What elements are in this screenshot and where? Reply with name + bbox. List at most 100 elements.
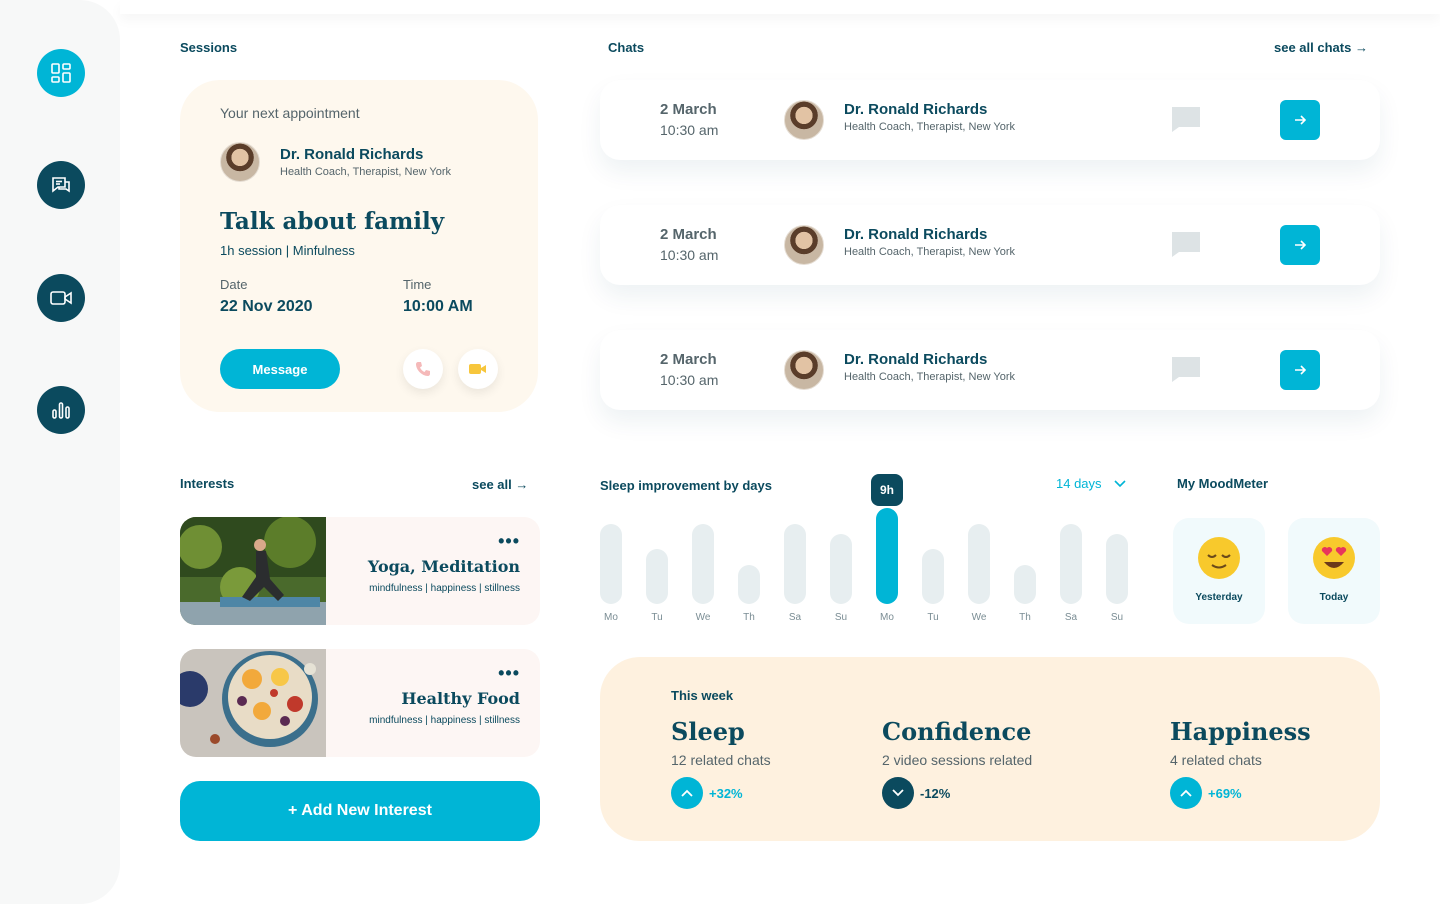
this-week-label: This week [671, 688, 734, 703]
sleep-bar[interactable] [830, 534, 852, 604]
day-label: We [695, 612, 711, 623]
next-appointment-label: Your next appointment [220, 105, 360, 121]
interest-title: Healthy Food [401, 689, 520, 708]
sidebar-item-dashboard[interactable] [37, 49, 85, 97]
trend-down-icon [882, 777, 914, 809]
avatar [220, 142, 260, 182]
mood-card-today[interactable]: Today [1288, 518, 1380, 624]
arrow-right-icon [1295, 365, 1306, 375]
stat-subtitle: 2 video sessions related [882, 752, 1033, 768]
range-value: 14 days [1056, 476, 1102, 491]
sleep-bar[interactable] [738, 565, 760, 604]
interest-title: Yoga, Meditation [367, 557, 520, 576]
interest-tags: mindfulness | happiness | stillness [369, 583, 520, 594]
chat-doctor-name: Dr. Ronald Richards [844, 226, 988, 243]
sidebar-item-chats[interactable] [37, 161, 85, 209]
chevron-down-icon [1113, 479, 1126, 487]
chat-time: 10:30 am [660, 372, 719, 388]
top-bar [120, 0, 1440, 14]
week-stat-sleep: Sleep 12 related chats +32% [671, 717, 771, 809]
sleep-bar[interactable] [784, 524, 806, 604]
arrow-right-icon [1295, 240, 1306, 250]
video-call-button[interactable] [458, 349, 498, 389]
sidebar-item-video[interactable] [37, 274, 85, 322]
chat-doctor-name: Dr. Ronald Richards [844, 351, 988, 368]
interest-tags: mindfulness | happiness | stillness [369, 715, 520, 726]
chats-title: Chats [608, 40, 645, 55]
stat-change-value: -12% [920, 785, 951, 801]
avatar [784, 100, 824, 140]
chat-time: 10:30 am [660, 122, 719, 138]
doctor-role: Health Coach, Therapist, New York [280, 166, 451, 178]
day-label: Su [834, 612, 848, 623]
open-chat-button[interactable] [1280, 100, 1320, 140]
relieved-face-icon [1198, 537, 1240, 579]
week-stat-confidence: Confidence 2 video sessions related -12% [882, 717, 1033, 809]
see-all-interests-link[interactable]: see all → [472, 477, 528, 492]
sidebar [0, 0, 120, 904]
moodmeter-title: My MoodMeter [1177, 476, 1268, 491]
sleep-bar[interactable] [646, 549, 668, 604]
time-value: 10:00 AM [403, 298, 473, 315]
avatar [784, 350, 824, 390]
stat-title: Happiness [1170, 717, 1311, 746]
stat-title: Sleep [671, 717, 745, 746]
message-button[interactable]: Message [220, 349, 340, 389]
day-label: Th [1019, 612, 1031, 623]
session-topic: Talk about family [220, 208, 445, 235]
mood-card-yesterday[interactable]: Yesterday [1173, 518, 1265, 624]
sleep-bar[interactable] [922, 549, 944, 604]
add-new-interest-button[interactable]: + Add New Interest [180, 781, 540, 841]
chat-doctor-name: Dr. Ronald Richards [844, 101, 988, 118]
interest-card[interactable]: ••• Yoga, Meditation mindfulness | happi… [180, 517, 540, 625]
sleep-bar[interactable] [876, 508, 898, 604]
stat-title: Confidence [882, 717, 1032, 746]
see-all-chats-link[interactable]: see all chats → [1274, 40, 1368, 55]
open-chat-button[interactable] [1280, 225, 1320, 265]
next-appointment-card: Your next appointment Dr. Ronald Richard… [180, 80, 538, 412]
this-week-card: This week Sleep 12 related chats +32% Co… [600, 657, 1380, 841]
message-bubble-icon [1172, 107, 1200, 132]
day-label: Su [1110, 612, 1124, 623]
more-options-icon[interactable]: ••• [498, 531, 520, 552]
interest-card[interactable]: ••• Healthy Food mindfulness | happiness… [180, 649, 540, 757]
day-label: Sa [788, 612, 802, 623]
sessions-title: Sessions [180, 40, 238, 55]
message-bubble-icon [1172, 232, 1200, 257]
stat-subtitle: 4 related chats [1170, 752, 1262, 768]
day-label: Tu [927, 612, 939, 623]
healthy-food-photo [180, 649, 326, 757]
chat-icon [52, 177, 70, 193]
sleep-chart-title: Sleep improvement by days [600, 478, 772, 493]
week-stat-happiness: Happiness 4 related chats +69% [1170, 717, 1311, 809]
day-label: Tu [651, 612, 663, 623]
day-label: We [971, 612, 987, 623]
sleep-bar[interactable] [968, 524, 990, 604]
chat-date: 2 March [660, 101, 717, 118]
more-options-icon[interactable]: ••• [498, 663, 520, 684]
chat-card[interactable]: 2 March 10:30 am Dr. Ronald Richards Hea… [600, 330, 1380, 410]
chat-card[interactable]: 2 March 10:30 am Dr. Ronald Richards Hea… [600, 205, 1380, 285]
sleep-bar[interactable] [1106, 534, 1128, 604]
phone-icon [416, 362, 430, 376]
sleep-bar[interactable] [692, 524, 714, 604]
trend-up-icon [1170, 777, 1202, 809]
chat-date: 2 March [660, 226, 717, 243]
date-value: 22 Nov 2020 [220, 298, 313, 315]
chat-time: 10:30 am [660, 247, 719, 263]
call-button[interactable] [403, 349, 443, 389]
stat-subtitle: 12 related chats [671, 752, 771, 768]
message-bubble-icon [1172, 357, 1200, 382]
sleep-bar[interactable] [1014, 565, 1036, 604]
open-chat-button[interactable] [1280, 350, 1320, 390]
range-dropdown[interactable]: 14 days [1056, 476, 1126, 491]
sleep-bar[interactable] [1060, 524, 1082, 604]
stat-change: -12% [882, 777, 950, 809]
sidebar-item-stats[interactable] [37, 386, 85, 434]
doctor-name: Dr. Ronald Richards [280, 146, 424, 163]
chat-doctor-role: Health Coach, Therapist, New York [844, 371, 1015, 383]
chat-card[interactable]: 2 March 10:30 am Dr. Ronald Richards Hea… [600, 80, 1380, 160]
stat-change-value: +32% [709, 785, 743, 801]
sleep-bar[interactable] [600, 524, 622, 604]
yoga-photo [180, 517, 326, 625]
